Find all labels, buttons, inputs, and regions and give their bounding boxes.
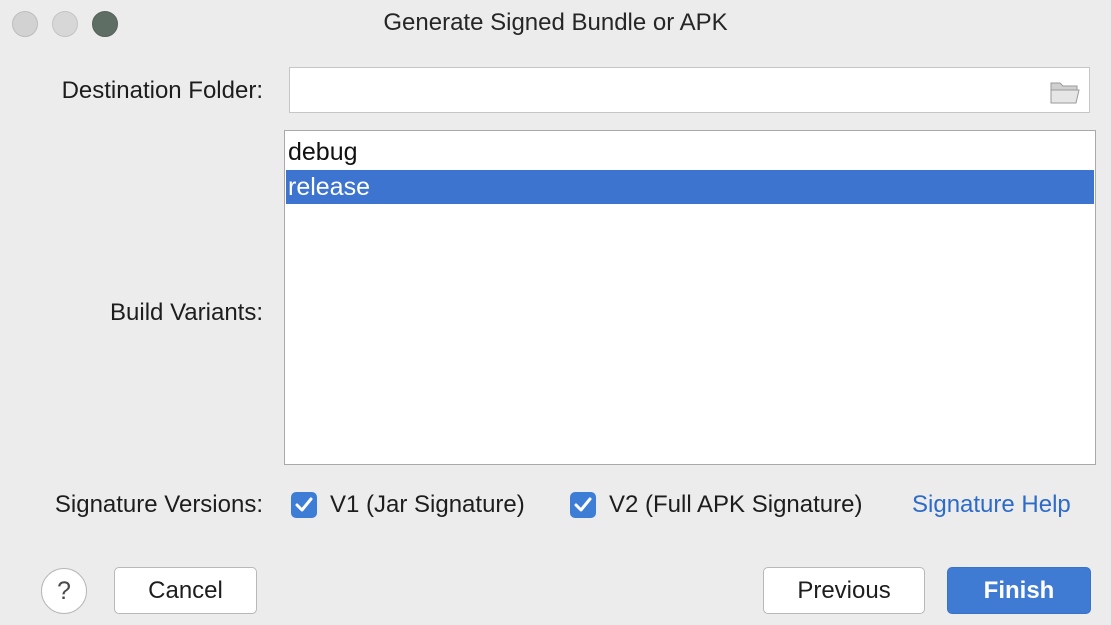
- destination-folder-field[interactable]: [289, 67, 1090, 113]
- cancel-button[interactable]: Cancel: [114, 567, 257, 614]
- v1-signature-label[interactable]: V1 (Jar Signature): [330, 491, 525, 519]
- help-icon: ?: [57, 577, 71, 605]
- window-title: Generate Signed Bundle or APK: [383, 9, 728, 36]
- signed-apk-dialog: Generate Signed Bundle or APK Destinatio…: [0, 0, 1111, 625]
- destination-folder-input[interactable]: [298, 74, 1042, 108]
- help-button[interactable]: ?: [41, 568, 87, 614]
- build-variants-label: Build Variants:: [110, 299, 263, 326]
- destination-folder-label: Destination Folder:: [61, 77, 263, 104]
- variant-item-release[interactable]: release: [286, 170, 1094, 204]
- checkmark-icon: [574, 497, 592, 512]
- build-variants-list[interactable]: debug release: [284, 130, 1096, 465]
- variant-item-debug[interactable]: debug: [286, 135, 1094, 169]
- checkmark-icon: [295, 497, 313, 512]
- title-bar: Generate Signed Bundle or APK: [0, 0, 1111, 48]
- finish-button[interactable]: Finish: [947, 567, 1091, 614]
- signature-versions-label: Signature Versions:: [54, 491, 263, 518]
- v1-signature-checkbox[interactable]: [291, 492, 317, 518]
- previous-button[interactable]: Previous: [763, 567, 925, 614]
- v2-signature-label[interactable]: V2 (Full APK Signature): [609, 491, 862, 519]
- v2-signature-checkbox[interactable]: [570, 492, 596, 518]
- signature-help-link[interactable]: Signature Help: [912, 491, 1071, 519]
- folder-icon[interactable]: [1049, 79, 1081, 105]
